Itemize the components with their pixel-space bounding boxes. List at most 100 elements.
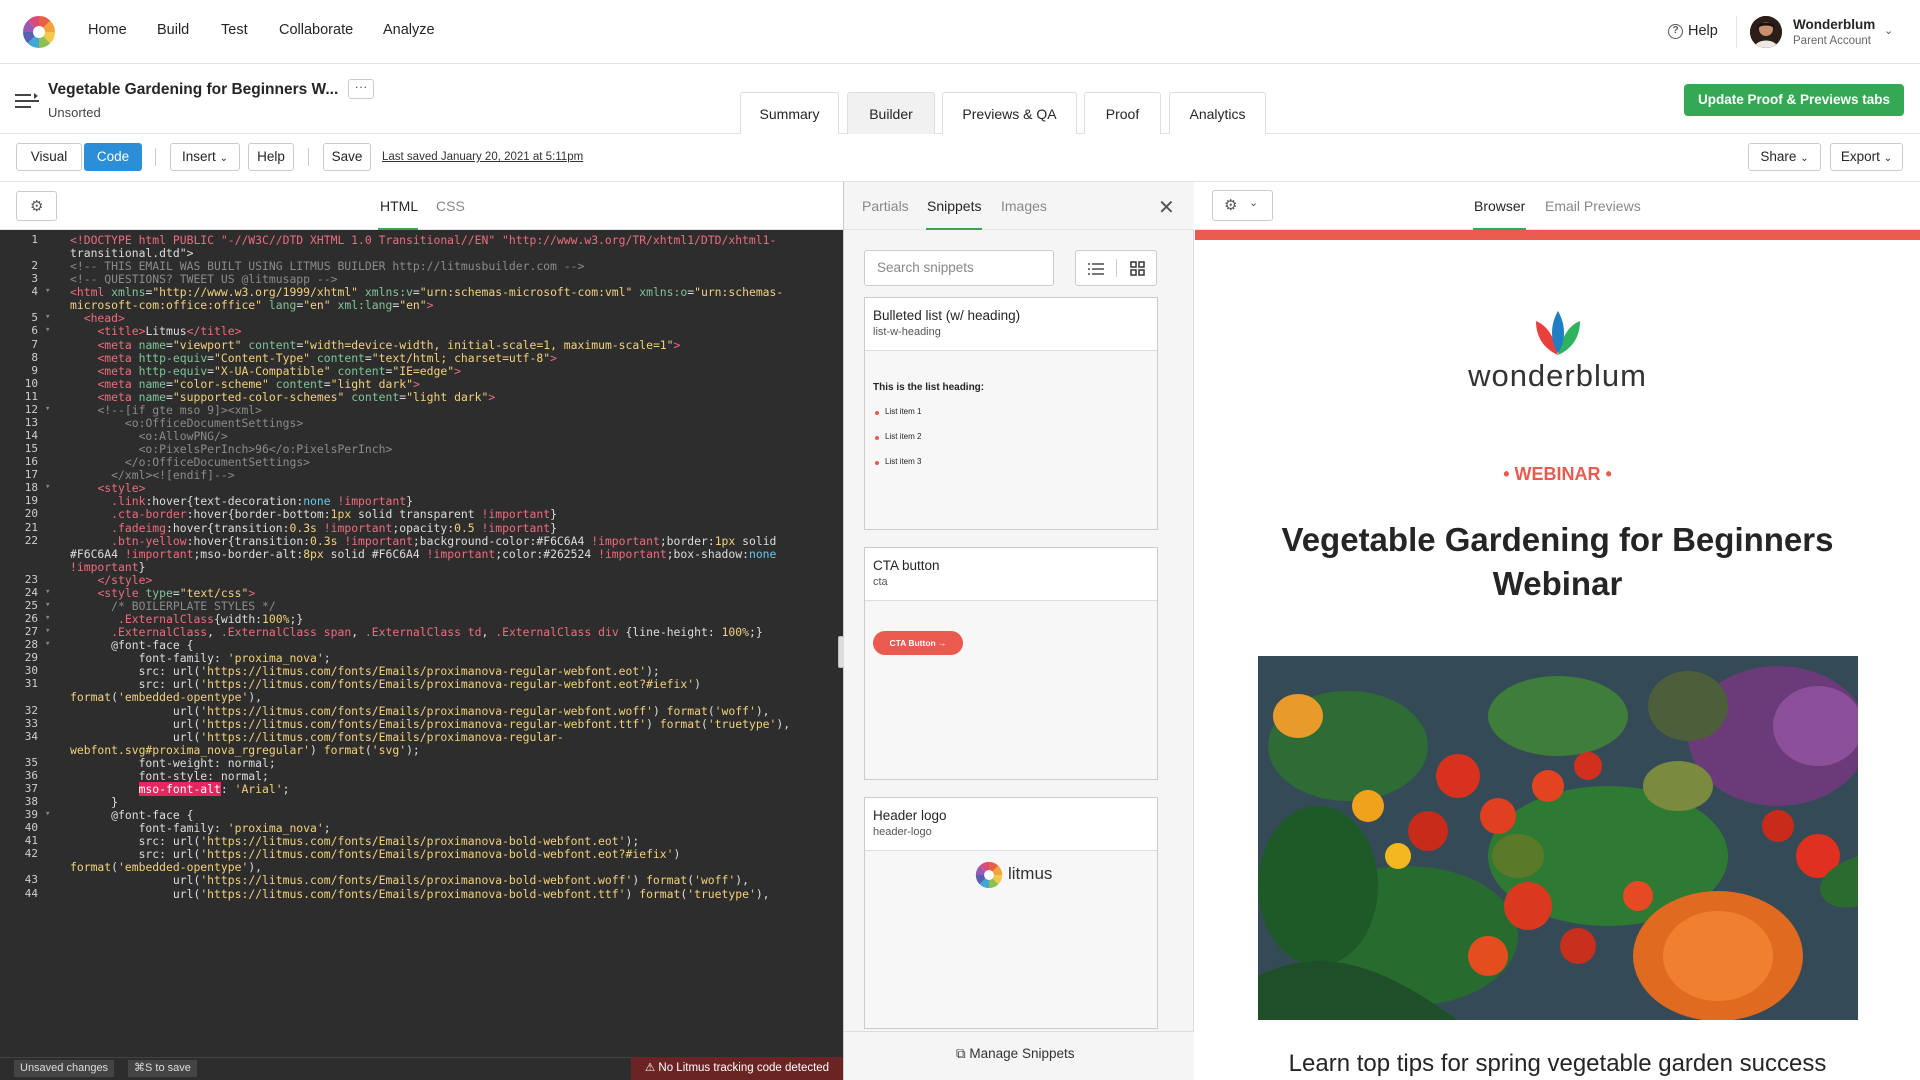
code-line[interactable]: <!DOCTYPE html PUBLIC "-//W3C//DTD XHTML… — [70, 233, 776, 247]
fold-arrow-icon[interactable]: ▾ — [45, 613, 50, 623]
code-line[interactable]: webfont.svg#proxima_nova_rgregular') for… — [70, 743, 420, 757]
save-button[interactable]: Save — [323, 143, 371, 171]
tab-analytics[interactable]: Analytics — [1169, 92, 1266, 134]
project-folder[interactable]: Unsorted — [48, 105, 101, 120]
code-line[interactable]: <o:PixelsPerInch>96</o:PixelsPerInch> — [70, 442, 393, 456]
code-line[interactable]: </xml><![endif]--> — [70, 468, 234, 482]
code-line[interactable]: <title>Litmus</title> — [70, 324, 241, 338]
tab-partials[interactable]: Partials — [862, 198, 909, 214]
search-snippets-input[interactable]: Search snippets — [864, 250, 1054, 286]
code-line[interactable]: src: url('https://litmus.com/fonts/Email… — [70, 664, 660, 678]
code-line[interactable]: !important} — [70, 560, 145, 574]
code-line[interactable]: font-style: normal; — [70, 769, 269, 783]
menu-toggle-icon[interactable] — [15, 92, 39, 110]
snippet-card-header-logo[interactable]: Header logo header-logo litmus — [864, 797, 1158, 1029]
project-title[interactable]: Vegetable Gardening for Beginners W... — [48, 81, 338, 99]
nav-analyze[interactable]: Analyze — [383, 22, 435, 38]
close-icon[interactable]: ✕ — [1158, 195, 1175, 220]
code-line[interactable]: <!--[if gte mso 9]><xml> — [70, 403, 262, 417]
code-line[interactable]: src: url('https://litmus.com/fonts/Email… — [70, 677, 701, 691]
code-line[interactable]: .link:hover{text-decoration:none !import… — [70, 494, 413, 508]
code-line[interactable]: format('embedded-opentype'), — [70, 690, 262, 704]
litmus-logo-icon[interactable] — [22, 15, 56, 49]
code-line[interactable]: <style> — [70, 481, 145, 495]
code-line[interactable]: url('https://litmus.com/fonts/Emails/pro… — [70, 887, 770, 901]
code-line[interactable]: font-family: 'proxima_nova'; — [70, 821, 331, 835]
code-line[interactable]: font-family: 'proxima_nova'; — [70, 651, 331, 665]
fold-arrow-icon[interactable]: ▾ — [45, 600, 50, 610]
code-line[interactable]: .btn-yellow:hover{transition:0.3s !impor… — [70, 534, 776, 548]
tab-css[interactable]: CSS — [436, 198, 465, 214]
code-line[interactable]: .cta-border:hover{border-bottom:1px soli… — [70, 507, 557, 521]
tab-proof[interactable]: Proof — [1084, 92, 1161, 134]
code-line[interactable]: .fadeimg:hover{transition:0.3s !importan… — [70, 521, 557, 535]
fold-arrow-icon[interactable]: ▾ — [45, 286, 50, 296]
code-line[interactable]: transitional.dtd"> — [70, 246, 193, 260]
snippet-card-cta[interactable]: CTA button cta CTA Button → — [864, 547, 1158, 780]
code-line[interactable]: <meta http-equiv="Content-Type" content=… — [70, 351, 557, 365]
list-view-icon[interactable] — [1088, 262, 1104, 276]
code-line[interactable]: @font-face { — [70, 638, 193, 652]
nav-build[interactable]: Build — [157, 22, 189, 38]
more-options-button[interactable]: ··· — [348, 79, 374, 99]
fold-arrow-icon[interactable]: ▾ — [45, 325, 50, 335]
code-line[interactable]: mso-font-alt: 'Arial'; — [70, 781, 289, 796]
code-mode-button[interactable]: Code — [84, 143, 142, 171]
code-line[interactable]: src: url('https://litmus.com/fonts/Email… — [70, 834, 640, 848]
editor-settings-button[interactable]: ⚙ — [16, 191, 57, 221]
code-line[interactable]: .ExternalClass{width:100%;} — [70, 612, 303, 626]
fold-arrow-icon[interactable]: ▾ — [45, 626, 50, 636]
fold-arrow-icon[interactable]: ▾ — [45, 587, 50, 597]
code-line[interactable]: src: url('https://litmus.com/fonts/Email… — [70, 847, 681, 861]
tab-snippets[interactable]: Snippets — [927, 198, 981, 214]
fold-arrow-icon[interactable]: ▾ — [45, 482, 50, 492]
chevron-down-icon[interactable]: ⌄ — [1884, 24, 1893, 37]
grid-view-icon[interactable] — [1130, 261, 1145, 276]
code-line[interactable]: <head> — [70, 311, 125, 325]
help-link[interactable]: ? Help — [1668, 23, 1718, 39]
code-line[interactable]: #F6C6A4 !important;mso-border-alt:8px so… — [70, 547, 776, 561]
code-line[interactable]: <o:AllowPNG/> — [70, 429, 228, 443]
last-saved-link[interactable]: Last saved January 20, 2021 at 5:11pm — [382, 151, 583, 163]
tab-browser[interactable]: Browser — [1474, 198, 1525, 214]
nav-test[interactable]: Test — [221, 22, 248, 38]
code-line[interactable]: url('https://litmus.com/fonts/Emails/pro… — [70, 730, 564, 744]
code-line[interactable]: url('https://litmus.com/fonts/Emails/pro… — [70, 704, 770, 718]
help-button[interactable]: Help — [248, 143, 294, 171]
fold-arrow-icon[interactable]: ▾ — [45, 639, 50, 649]
code-line[interactable]: <!-- QUESTIONS? TWEET US @litmusapp --> — [70, 272, 337, 286]
code-line[interactable]: .ExternalClass, .ExternalClass span, .Ex… — [70, 625, 763, 639]
tab-images[interactable]: Images — [1001, 198, 1047, 214]
nav-home[interactable]: Home — [88, 22, 127, 38]
tracking-warning[interactable]: ⚠ No Litmus tracking code detected — [631, 1057, 843, 1080]
code-line[interactable]: @font-face { — [70, 808, 193, 822]
account-name[interactable]: Wonderblum — [1793, 17, 1875, 32]
code-line[interactable]: <meta http-equiv="X-UA-Compatible" conte… — [70, 364, 461, 378]
manage-snippets-link[interactable]: ⧉ Manage Snippets — [956, 1046, 1074, 1062]
fold-arrow-icon[interactable]: ▾ — [45, 809, 50, 819]
view-toggle[interactable] — [1075, 250, 1157, 286]
code-line[interactable]: url('https://litmus.com/fonts/Emails/pro… — [70, 873, 749, 887]
update-proof-button[interactable]: Update Proof & Previews tabs — [1684, 84, 1904, 116]
tab-html[interactable]: HTML — [380, 198, 418, 214]
code-line[interactable]: </o:OfficeDocumentSettings> — [70, 455, 310, 469]
code-line[interactable]: <meta name="supported-color-schemes" con… — [70, 390, 495, 404]
code-line[interactable]: <meta name="viewport" content="width=dev… — [70, 338, 680, 352]
export-dropdown[interactable]: Export ⌄ — [1830, 143, 1903, 171]
fold-arrow-icon[interactable]: ▾ — [45, 404, 50, 414]
code-line[interactable]: format('embedded-opentype'), — [70, 860, 262, 874]
avatar[interactable] — [1750, 16, 1782, 48]
tab-previews-qa[interactable]: Previews & QA — [942, 92, 1077, 134]
code-line[interactable]: <!-- THIS EMAIL WAS BUILT USING LITMUS B… — [70, 259, 584, 273]
share-dropdown[interactable]: Share ⌄ — [1748, 143, 1821, 171]
nav-collaborate[interactable]: Collaborate — [279, 22, 353, 38]
code-line[interactable]: microsoft-com:office:office" lang="en" x… — [70, 298, 434, 312]
code-line[interactable]: <o:OfficeDocumentSettings> — [70, 416, 303, 430]
tab-builder[interactable]: Builder — [847, 92, 935, 134]
code-line[interactable]: <style type="text/css"> — [70, 586, 255, 600]
preview-settings-button[interactable]: ⚙ ⌄ — [1212, 190, 1273, 221]
fold-arrow-icon[interactable]: ▾ — [45, 312, 50, 322]
code-line[interactable]: font-weight: normal; — [70, 756, 276, 770]
code-line[interactable]: <html xmlns="http://www.w3.org/1999/xhtm… — [70, 285, 783, 299]
code-line[interactable]: } — [70, 795, 118, 809]
